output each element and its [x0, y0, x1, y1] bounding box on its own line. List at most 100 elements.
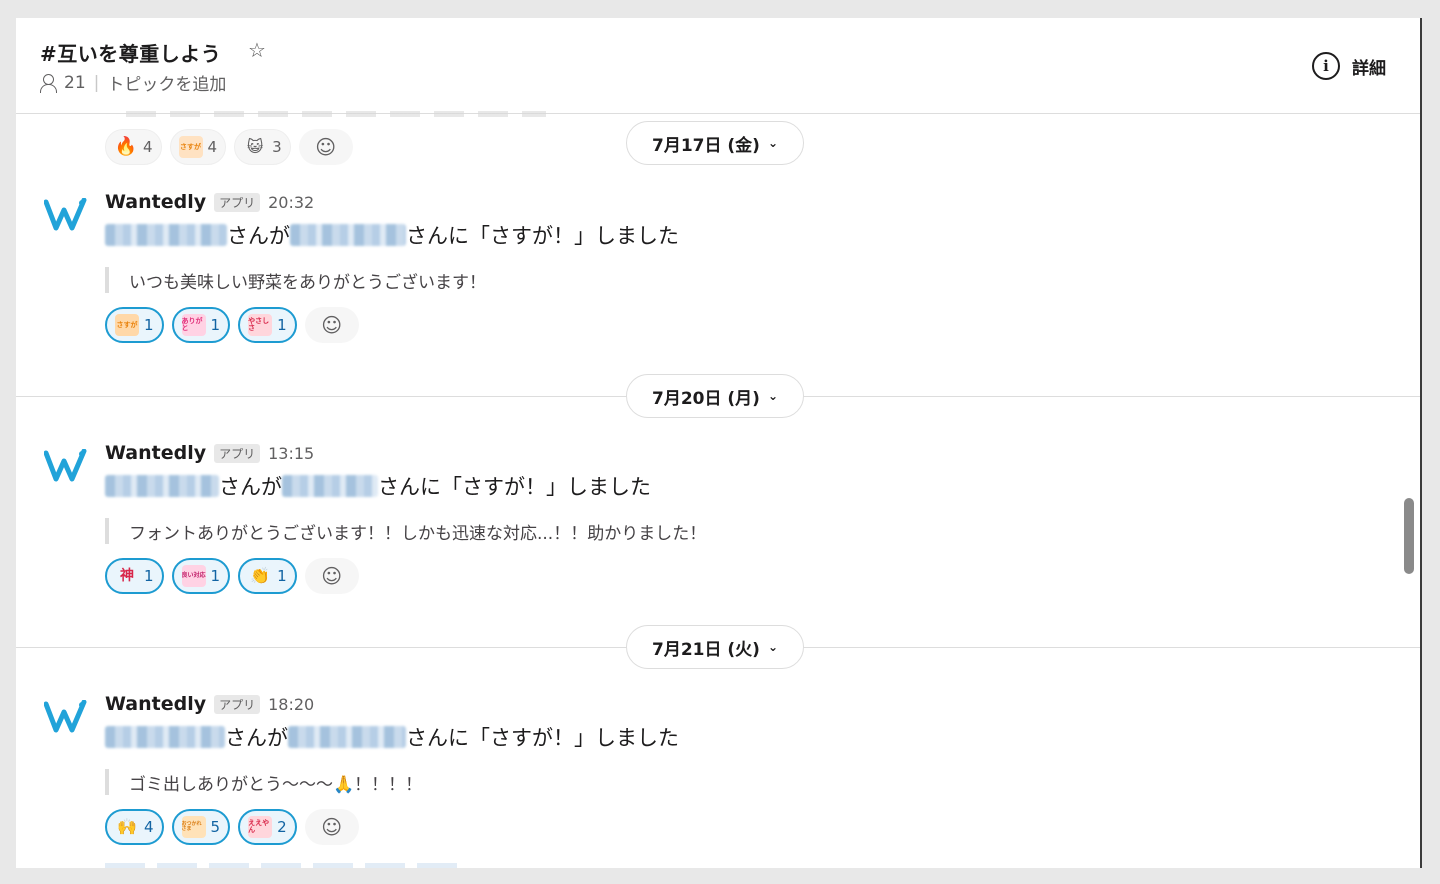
- add-emoji-icon: ☺: [315, 135, 337, 159]
- reaction-yasashisa[interactable]: やさしさ 1: [238, 307, 297, 343]
- member-count[interactable]: 21: [64, 73, 86, 93]
- message-1: Wantedly アプリ 20:32 さんが さんに「さすが！」しました いつも…: [105, 189, 1305, 343]
- add-reaction-button[interactable]: ☺: [304, 809, 359, 845]
- app-badge: アプリ: [214, 694, 261, 714]
- reaction-good-response[interactable]: 良い対応 1: [171, 558, 231, 594]
- reaction-count: 4: [143, 138, 153, 156]
- fire-emoji: 🔥: [114, 136, 138, 157]
- reaction-sasuga[interactable]: さすが 4: [169, 129, 227, 165]
- avatar[interactable]: [42, 693, 90, 741]
- message-quote: フォントありがとうございます！！しかも迅速な対応...！！助かりました！: [105, 518, 1305, 544]
- avatar[interactable]: [42, 191, 90, 239]
- redacted-user[interactable]: [282, 475, 378, 497]
- clap-emoji: 👏: [250, 566, 271, 585]
- slack-window: #互いを尊重しよう ☆ 21 | トピックを追加 i 詳細 🔥 4 さすが 4: [16, 18, 1422, 868]
- message-text: さんが さんに「さすが！」しました: [105, 219, 1305, 251]
- reaction-clap[interactable]: 👏 1: [238, 558, 297, 594]
- message-reactions: 🙌 4 おつかれさま 5 ええやん 2 ☺: [105, 809, 1305, 845]
- reaction-cat[interactable]: 😺 3: [234, 129, 291, 165]
- reaction-count: 4: [144, 818, 154, 836]
- eeyan-emoji: ええやん: [248, 816, 273, 838]
- message-text: さんが さんに「さすが！」しました: [105, 470, 1305, 502]
- date-label: 7月17日 (金): [651, 135, 760, 156]
- details-button[interactable]: i 詳細: [1312, 52, 1386, 80]
- reaction-count: 1: [144, 567, 154, 585]
- sender-name[interactable]: Wantedly: [105, 693, 206, 715]
- date-label: 7月21日 (火): [651, 639, 760, 660]
- message-quote: いつも美味しい野菜をありがとうございます！: [105, 267, 1305, 293]
- reaction-eeyan[interactable]: ええやん 2: [238, 809, 297, 845]
- add-emoji-icon: ☺: [321, 564, 343, 588]
- cat-emoji: 😺: [246, 137, 264, 156]
- arigato-emoji: ありがと: [181, 314, 206, 336]
- timestamp[interactable]: 18:20: [268, 695, 314, 714]
- message-text: さんが さんに「さすが！」しました: [105, 721, 1305, 753]
- text-mid: さんが: [225, 726, 288, 750]
- timestamp[interactable]: 20:32: [268, 193, 314, 212]
- members-icon[interactable]: [40, 73, 57, 93]
- message-list: 🔥 4 さすが 4 😺 3 ☺ 7月17日 (金) ⌄ Wantedly アプリ…: [16, 111, 1420, 868]
- sasuga-emoji: さすが: [115, 314, 139, 336]
- date-divider-jul17[interactable]: 7月17日 (金) ⌄: [626, 121, 804, 165]
- wantedly-logo-icon: [44, 198, 87, 231]
- reaction-count: 1: [277, 567, 287, 585]
- sender-name[interactable]: Wantedly: [105, 442, 206, 464]
- add-emoji-icon: ☺: [321, 313, 343, 337]
- kami-emoji: 神: [120, 568, 134, 584]
- chevron-down-icon: ⌄: [767, 640, 778, 654]
- reaction-otsukaresama[interactable]: おつかれさま 5: [171, 809, 231, 845]
- message-reactions: 神 1 良い対応 1 👏 1 ☺: [105, 558, 1305, 594]
- redacted-user[interactable]: [105, 224, 227, 246]
- message-2: Wantedly アプリ 13:15 さんが さんに「さすが！」しました フォン…: [105, 440, 1305, 594]
- reaction-count: 4: [207, 138, 218, 156]
- wantedly-logo-icon: [44, 449, 87, 482]
- reaction-count: 3: [272, 138, 282, 156]
- next-message-fragment: [105, 863, 465, 868]
- sasuga-emoji: さすが: [178, 136, 203, 158]
- redacted-user[interactable]: [288, 726, 406, 748]
- chevron-down-icon: ⌄: [767, 136, 778, 150]
- reaction-count: 2: [277, 818, 287, 836]
- meta-separator: |: [93, 72, 100, 93]
- date-divider-jul21[interactable]: 7月21日 (火) ⌄: [626, 625, 804, 669]
- redacted-user[interactable]: [105, 475, 219, 497]
- star-icon[interactable]: ☆: [248, 38, 266, 62]
- text-end: さんに「さすが！」しました: [378, 475, 651, 499]
- sender-name[interactable]: Wantedly: [105, 191, 206, 213]
- reaction-raised-hands[interactable]: 🙌 4: [105, 809, 164, 845]
- redacted-user[interactable]: [105, 726, 225, 748]
- message-3: Wantedly アプリ 18:20 さんが さんに「さすが！」しました ゴミ出…: [105, 691, 1305, 845]
- reaction-kami[interactable]: 神 1: [105, 558, 164, 594]
- reaction-arigato[interactable]: ありがと 1: [171, 307, 231, 343]
- add-reaction-button[interactable]: ☺: [304, 307, 359, 343]
- timestamp[interactable]: 13:15: [268, 444, 314, 463]
- reaction-sasuga[interactable]: さすが 1: [105, 307, 164, 343]
- text-mid: さんが: [219, 475, 282, 499]
- avatar[interactable]: [42, 442, 90, 490]
- message-quote: ゴミ出しありがとう〜〜〜🙏！！！！: [105, 769, 1305, 795]
- add-reaction-button[interactable]: ☺: [298, 129, 353, 165]
- add-topic-link[interactable]: トピックを追加: [107, 70, 226, 95]
- details-label: 詳細: [1352, 58, 1386, 79]
- channel-name[interactable]: #互いを尊重しよう: [40, 38, 221, 67]
- raised-hands-emoji: 🙌: [117, 817, 137, 836]
- reaction-count: 1: [277, 316, 287, 334]
- message-reactions: さすが 1 ありがと 1 やさしさ 1 ☺: [105, 307, 1305, 343]
- good-response-emoji: 良い対応: [181, 565, 206, 587]
- info-icon: i: [1312, 52, 1340, 80]
- channel-meta: 21 | トピックを追加: [40, 70, 226, 95]
- reaction-count: 5: [210, 818, 221, 836]
- channel-header: #互いを尊重しよう ☆ 21 | トピックを追加 i 詳細: [16, 18, 1420, 114]
- app-badge: アプリ: [214, 192, 261, 212]
- date-label: 7月20日 (月): [651, 388, 760, 409]
- app-badge: アプリ: [214, 443, 261, 463]
- message-header: Wantedly アプリ 20:32: [105, 189, 1305, 215]
- add-reaction-button[interactable]: ☺: [304, 558, 359, 594]
- redacted-user[interactable]: [290, 224, 406, 246]
- reaction-count: 1: [144, 316, 154, 334]
- previous-message-reactions: 🔥 4 さすが 4 😺 3 ☺: [105, 129, 353, 165]
- date-divider-jul20[interactable]: 7月20日 (月) ⌄: [626, 374, 804, 418]
- reaction-fire[interactable]: 🔥 4: [105, 129, 162, 165]
- wantedly-logo-icon: [44, 700, 87, 733]
- yasashisa-emoji: やさしさ: [248, 314, 273, 336]
